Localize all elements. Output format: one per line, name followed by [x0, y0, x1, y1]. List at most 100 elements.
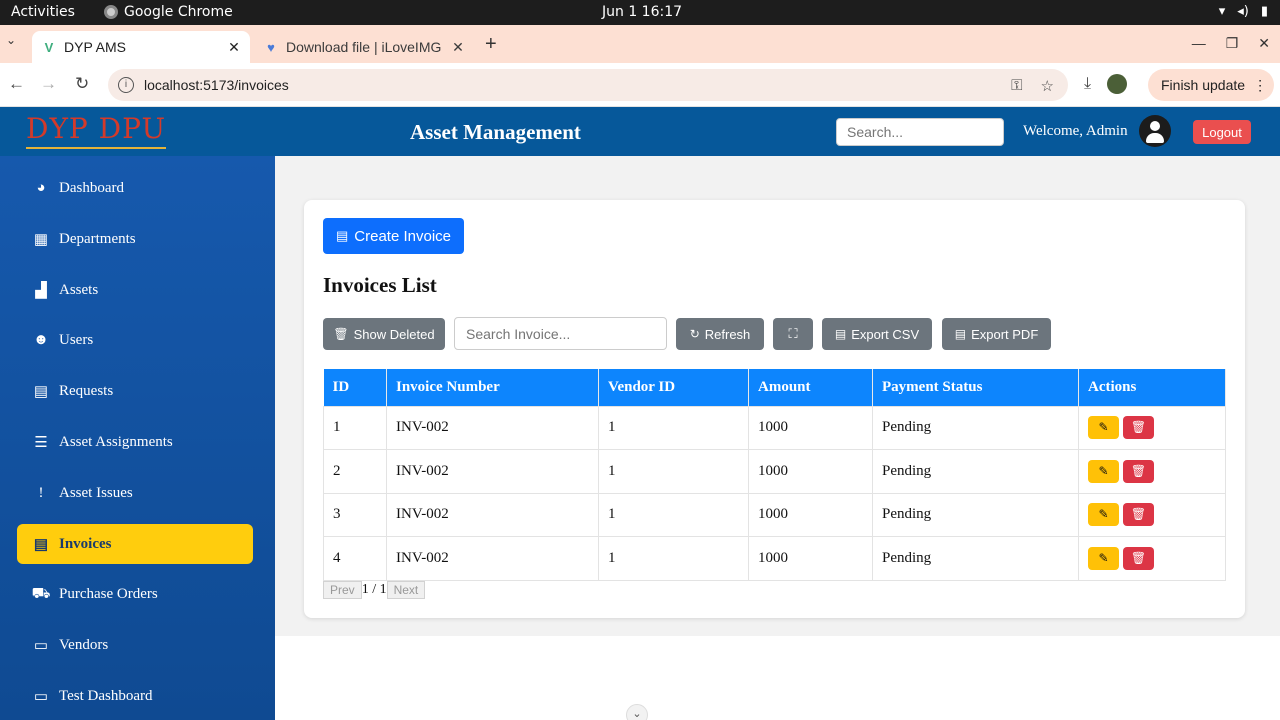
more-vert-icon: ⋮: [1253, 76, 1268, 93]
wifi-icon: ▾: [1218, 4, 1226, 19]
site-info-icon[interactable]: i: [118, 77, 134, 93]
tab-dyp-ams[interactable]: V DYP AMS ✕: [32, 31, 250, 63]
column-header[interactable]: Payment Status: [872, 369, 1079, 406]
close-window-icon[interactable]: ✕: [1258, 35, 1270, 52]
header-search-input[interactable]: [836, 118, 1004, 146]
sidebar-item-users[interactable]: ☻ Users: [17, 320, 253, 360]
column-header: Actions: [1078, 369, 1226, 406]
cell-invoice-number: INV-002: [386, 405, 599, 450]
ilovepdf-icon: ♥: [267, 39, 275, 55]
forward-icon[interactable]: →: [40, 74, 57, 94]
user-icon-body: [1146, 133, 1164, 143]
sidebar-item-label: Asset Issues: [59, 484, 133, 501]
column-header[interactable]: Vendor ID: [598, 369, 749, 406]
dashboard-icon: ◕: [36, 179, 46, 196]
download-icon[interactable]: ⤓: [1084, 75, 1091, 93]
user-icon-head: [1150, 121, 1160, 131]
building-icon: ▦: [33, 231, 49, 248]
refresh-icon: ↻: [689, 327, 700, 341]
column-header[interactable]: Amount: [748, 369, 873, 406]
file-csv-icon: ▤: [834, 327, 847, 341]
table-row: 4 INV-002 1 1000 Pending ✎ 🗑: [323, 536, 1226, 581]
bookmark-star-icon[interactable]: ☆: [1041, 77, 1054, 95]
prev-page-button[interactable]: Prev: [323, 581, 362, 599]
sidebar-item-invoices[interactable]: ▤ Invoices: [17, 524, 253, 564]
new-tab-button[interactable]: +: [485, 33, 497, 56]
close-tab-icon[interactable]: ✕: [448, 39, 468, 56]
edit-icon[interactable]: ✎: [1088, 459, 1119, 483]
fullscreen-button[interactable]: ⛶: [773, 318, 813, 350]
cell-invoice-number: INV-002: [386, 536, 599, 581]
refresh-button[interactable]: ↻ Refresh: [676, 318, 764, 350]
sidebar-item-vendors[interactable]: ▭ Vendors: [17, 625, 253, 665]
tab-search-icon[interactable]: ⌄: [6, 33, 22, 53]
finish-update-button[interactable]: Finish update ⋮: [1148, 69, 1274, 101]
delete-icon[interactable]: 🗑: [1123, 546, 1154, 570]
sidebar-item-asset-issues[interactable]: ! Asset Issues: [17, 473, 253, 513]
sidebar-item-asset-assignments[interactable]: ☰ Asset Assignments: [17, 422, 253, 462]
scroll-down-icon[interactable]: ⌄: [626, 704, 648, 720]
column-header[interactable]: ID: [323, 369, 387, 406]
sidebar-item-departments[interactable]: ▦ Departments: [17, 219, 253, 259]
create-invoice-label: Create Invoice: [354, 227, 451, 245]
logout-button[interactable]: Logout: [1193, 120, 1251, 144]
app-menu[interactable]: Google Chrome: [104, 4, 233, 20]
edit-icon[interactable]: ✎: [1088, 546, 1119, 570]
cell-vendor-id: 1: [598, 405, 749, 450]
chrome-icon: [104, 5, 118, 19]
reload-icon[interactable]: ↻: [75, 74, 89, 94]
store-icon: ▭: [33, 637, 49, 654]
avatar[interactable]: [1139, 115, 1171, 147]
edit-icon[interactable]: ✎: [1088, 503, 1119, 527]
edit-icon[interactable]: ✎: [1088, 416, 1119, 440]
url-text: localhost:5173/invoices: [144, 77, 289, 93]
app-header: DYP DPU Asset Management Welcome, Admin …: [0, 107, 1280, 156]
file-icon: ▤: [33, 383, 49, 400]
browser-toolbar: ← → ↻ i localhost:5173/invoices ⚿ ☆ ⤓ Fi…: [0, 63, 1280, 107]
sidebar-item-label: Invoices: [59, 535, 112, 552]
cell-amount: 1000: [748, 449, 873, 494]
minimize-icon[interactable]: —: [1192, 35, 1206, 52]
sidebar-item-requests[interactable]: ▤ Requests: [17, 371, 253, 411]
system-tray[interactable]: ▾ ◂) ▮: [1219, 4, 1268, 19]
table-row: 1 INV-002 1 1000 Pending ✎ 🗑: [323, 405, 1226, 450]
export-pdf-button[interactable]: ▤ Export PDF: [942, 318, 1051, 350]
trash-icon: 🗑: [333, 327, 349, 341]
cell-vendor-id: 1: [598, 449, 749, 494]
back-icon[interactable]: ←: [8, 74, 25, 94]
tab-iloveimg[interactable]: ♥ Download file | iLoveIMG ✕: [256, 31, 474, 63]
sidebar-item-label: Requests: [59, 382, 114, 399]
profile-icon[interactable]: [1107, 74, 1128, 94]
delete-icon[interactable]: 🗑: [1123, 459, 1154, 483]
tab-title: DYP AMS: [64, 39, 126, 55]
column-header[interactable]: Invoice Number: [386, 369, 599, 406]
delete-icon[interactable]: 🗑: [1123, 503, 1154, 527]
cart-icon: ⛟: [31, 585, 51, 602]
activities-button[interactable]: Activities: [11, 4, 75, 20]
table-header-row: ID Invoice Number Vendor ID Amount Payme…: [323, 369, 1226, 406]
restore-icon[interactable]: ❐: [1226, 35, 1239, 52]
cell-amount: 1000: [748, 405, 873, 450]
boxes-icon: ▟: [35, 282, 47, 299]
expand-icon: ⛶: [788, 326, 798, 341]
refresh-label: Refresh: [704, 326, 751, 342]
sidebar-item-dashboard[interactable]: ◕ Dashboard: [17, 168, 253, 208]
create-invoice-button[interactable]: ▤ Create Invoice: [323, 218, 464, 254]
page-indicator: 1 / 1: [361, 582, 387, 597]
show-deleted-label: Show Deleted: [353, 326, 435, 342]
clock[interactable]: Jun 1 16:17: [602, 4, 682, 20]
key-icon[interactable]: ⚿: [1011, 77, 1022, 95]
delete-icon[interactable]: 🗑: [1123, 416, 1154, 440]
address-bar[interactable]: i localhost:5173/invoices ⚿ ☆: [108, 69, 1068, 101]
invoice-search-input[interactable]: [454, 317, 667, 350]
sidebar-item-label: Assets: [59, 281, 99, 298]
close-tab-icon[interactable]: ✕: [224, 39, 244, 56]
next-page-button[interactable]: Next: [386, 581, 426, 599]
logo[interactable]: DYP DPU: [26, 111, 167, 149]
sidebar-item-assets[interactable]: ▟ Assets: [17, 270, 253, 310]
export-csv-button[interactable]: ▤ Export CSV: [822, 318, 932, 350]
sidebar-item-test-dashboard[interactable]: ▭ Test Dashboard: [17, 676, 253, 716]
sidebar-item-purchase-orders[interactable]: ⛟ Purchase Orders: [17, 574, 253, 614]
show-deleted-button[interactable]: 🗑 Show Deleted: [323, 318, 445, 350]
app-name: Google Chrome: [124, 4, 233, 20]
